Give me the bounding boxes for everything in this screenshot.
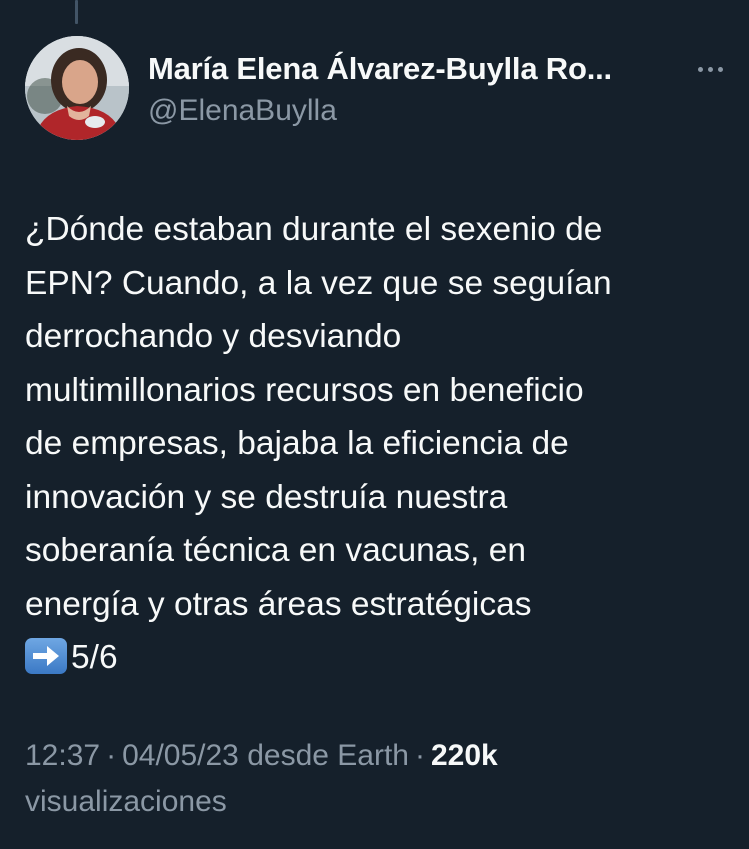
dot [717, 66, 723, 72]
dot [707, 66, 713, 72]
more-options-icon[interactable] [690, 54, 730, 84]
separator: · [414, 739, 425, 772]
author-display-name[interactable]: María Elena Álvarez-Buylla Ro... [148, 50, 688, 88]
views-label: visualizaciones [25, 785, 227, 818]
dot [697, 66, 703, 72]
right-arrow-emoji-icon [25, 638, 67, 674]
separator: · [106, 739, 117, 772]
tweet-text-line: multimillonarios recursos en beneficio [25, 371, 584, 409]
tweet-source: desde Earth [247, 739, 409, 772]
tweet-text-line: de empresas, bajaba la eficiencia de [25, 425, 569, 462]
tweet-metadata: 12:37 · 04/05/23 desde Earth · 220k visualiz… [25, 733, 725, 825]
tweet-text-line: soberanía técnica en vacunas, en [25, 532, 526, 569]
thread-connector-line [75, 0, 78, 24]
tweet-text-line: energía y otras áreas estratégicas [25, 585, 532, 623]
thread-counter: 5/6 [71, 639, 118, 676]
tweet-text: ¿Dónde estaban durante el sexenio de EPN… [25, 203, 725, 685]
avatar-photo-icon [25, 36, 129, 140]
tweet-text-line: ¿Dónde estaban durante el sexenio de [25, 211, 603, 248]
tweet-date[interactable]: 04/05/23 [122, 739, 239, 772]
views-count[interactable]: 220k [431, 739, 498, 772]
tweet-time[interactable]: 12:37 [25, 739, 100, 772]
author-avatar[interactable] [25, 36, 129, 140]
tweet-text-line: innovación y se destruía nuestra [25, 478, 508, 516]
tweet-text-line: EPN? Cuando, a la vez que se seguían [25, 264, 612, 302]
author-handle[interactable]: @ElenaBuylla [148, 92, 337, 130]
tweet-text-line: derrochando y desviando [25, 318, 402, 355]
